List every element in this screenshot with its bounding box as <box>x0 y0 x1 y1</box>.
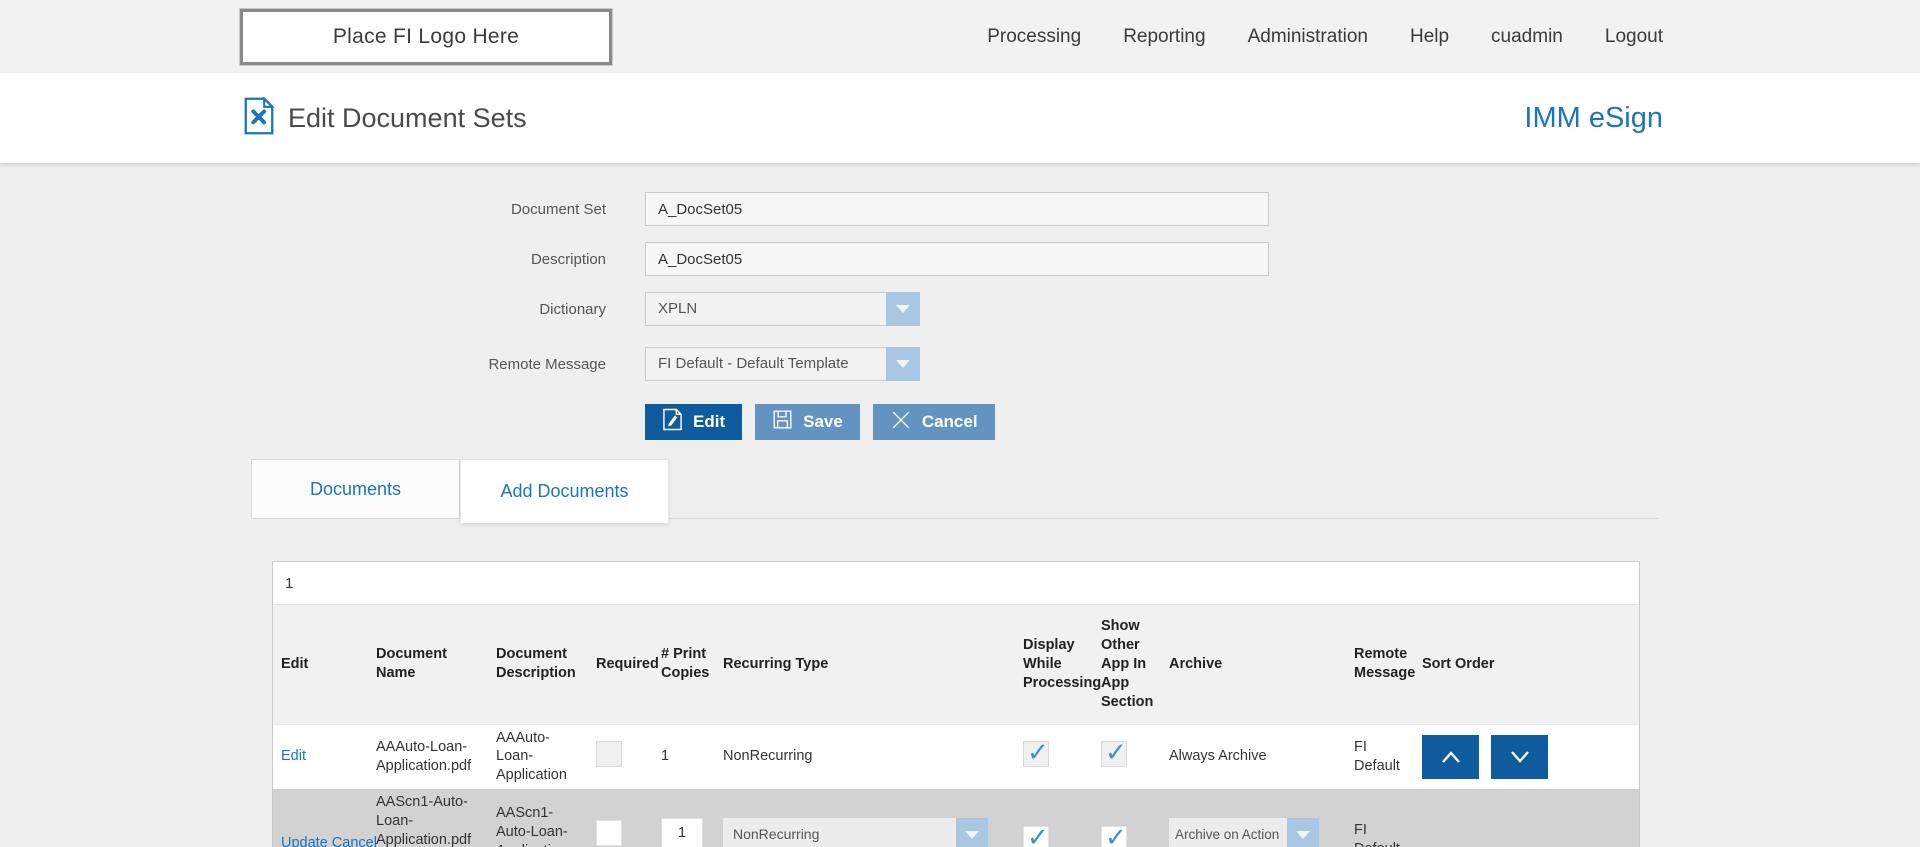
documents-table: Edit Document Name Document Description … <box>273 605 1639 847</box>
form-row-dictionary: Dictionary XPLN <box>0 292 1920 326</box>
row1-remote-message: FI Default <box>1346 724 1414 789</box>
fi-logo-text: Place FI Logo Here <box>333 25 519 49</box>
tab-documents[interactable]: Documents <box>251 459 460 518</box>
nav-item-logout[interactable]: Logout <box>1605 26 1663 48</box>
tab-documents-label: Documents <box>310 479 401 500</box>
page-title: Edit Document Sets <box>288 103 527 134</box>
row2-update-link[interactable]: Update <box>281 835 328 847</box>
main-nav: Processing Reporting Administration Help… <box>987 26 1663 48</box>
dictionary-label: Dictionary <box>0 301 606 318</box>
table-header: Edit Document Name Document Description … <box>273 605 1639 724</box>
remote-message-label: Remote Message <box>0 356 606 373</box>
edit-button[interactable]: Edit <box>645 404 742 440</box>
row2-print-copies-input[interactable] <box>661 818 703 847</box>
chevron-up-icon <box>1439 749 1463 765</box>
top-bar: Place FI Logo Here Processing Reporting … <box>0 0 1920 73</box>
col-document-name: Document Name <box>368 605 488 724</box>
title-group: Edit Document Sets <box>244 97 527 140</box>
remote-message-select[interactable]: FI Default - Default Template <box>645 347 920 381</box>
col-show-other-app: Show Other App In App Section <box>1093 605 1161 724</box>
row1-archive: Always Archive <box>1161 724 1346 789</box>
row1-required-checkbox[interactable] <box>596 741 622 767</box>
row2-archive-select[interactable]: Archive on Action <box>1169 818 1319 847</box>
document-tools-icon <box>244 97 274 140</box>
save-floppy-icon <box>772 409 793 435</box>
tab-add-documents[interactable]: Add Documents <box>460 459 669 523</box>
col-edit: Edit <box>273 605 368 724</box>
row1-show-other-app-checkbox[interactable] <box>1101 741 1127 767</box>
brand-imm-esign: IMM eSign <box>1524 102 1663 135</box>
form-row-description: Description <box>0 242 1920 276</box>
col-display-while-processing: Display While Processing <box>1015 605 1093 724</box>
edit-pencil-icon <box>662 408 683 436</box>
col-print-copies: # Print Copies <box>653 605 715 724</box>
form-row-document-set: Document Set <box>0 192 1920 226</box>
chevron-down-icon <box>896 305 910 313</box>
nav-item-help[interactable]: Help <box>1410 26 1449 48</box>
col-archive: Archive <box>1161 605 1346 724</box>
table-pager: 1 <box>273 562 1639 605</box>
row1-document-description: AAAuto-Loan-Application <box>488 724 588 789</box>
row2-sort-order <box>1414 789 1639 847</box>
nav-item-processing[interactable]: Processing <box>987 26 1081 48</box>
tab-add-documents-label: Add Documents <box>500 481 628 502</box>
row2-recurring-type-value: NonRecurring <box>723 818 956 847</box>
row2-display-while-processing-checkbox[interactable] <box>1023 826 1049 847</box>
tab-strip: Documents Add Documents <box>251 459 1658 519</box>
description-input[interactable] <box>645 242 1269 276</box>
table-row: Edit AAAuto-Loan-Application.pdf AAAuto-… <box>273 724 1639 789</box>
row1-print-copies: 1 <box>653 724 715 789</box>
row2-show-other-app-checkbox[interactable] <box>1101 826 1127 847</box>
description-label: Description <box>0 251 606 268</box>
cancel-x-icon <box>890 409 912 436</box>
row1-recurring-type: NonRecurring <box>715 724 1015 789</box>
fi-logo-placeholder: Place FI Logo Here <box>240 9 612 65</box>
dictionary-dropdown-button[interactable] <box>886 292 920 326</box>
row2-archive-dropdown-button[interactable] <box>1287 818 1319 847</box>
nav-item-cuadmin[interactable]: cuadmin <box>1491 26 1563 48</box>
row2-archive-value: Archive on Action <box>1169 818 1287 847</box>
chevron-down-icon <box>965 831 979 839</box>
row1-sort-up-button[interactable] <box>1422 735 1479 779</box>
documents-table-panel: 1 Edit Document Name Document Descriptio… <box>272 561 1640 847</box>
cancel-button-label: Cancel <box>922 412 978 432</box>
remote-message-selected-value: FI Default - Default Template <box>645 347 886 381</box>
row2-document-name: AAScn1-Auto-Loan-Application.pdf <box>368 789 488 847</box>
save-button[interactable]: Save <box>755 404 860 440</box>
row2-required-checkbox[interactable] <box>596 820 622 846</box>
nav-item-administration[interactable]: Administration <box>1248 26 1368 48</box>
col-document-description: Document Description <box>488 605 588 724</box>
row2-recurring-type-select[interactable]: NonRecurring <box>723 818 988 847</box>
dictionary-select[interactable]: XPLN <box>645 292 920 326</box>
col-sort-order: Sort Order <box>1414 605 1639 724</box>
col-required: Required <box>588 605 653 724</box>
form-buttons: Edit Save Cancel <box>645 404 1920 440</box>
row2-cancel-link[interactable]: Cancel <box>332 835 377 847</box>
document-set-label: Document Set <box>0 201 606 218</box>
main-content: Document Set Description Dictionary XPLN… <box>0 163 1920 847</box>
row1-document-name: AAAuto-Loan-Application.pdf <box>368 724 488 789</box>
cancel-button[interactable]: Cancel <box>873 404 995 440</box>
row2-recurring-dropdown-button[interactable] <box>956 818 988 847</box>
chevron-down-icon <box>1508 749 1532 765</box>
table-row-editing: Update Cancel AAScn1-Auto-Loan-Applicati… <box>273 789 1639 847</box>
document-set-input[interactable] <box>645 192 1269 226</box>
save-button-label: Save <box>803 412 843 432</box>
edit-button-label: Edit <box>693 412 725 432</box>
row1-display-while-processing-checkbox[interactable] <box>1023 741 1049 767</box>
dictionary-selected-value: XPLN <box>645 292 886 326</box>
row2-document-description: AAScn1-Auto-Loan-Application <box>488 789 588 847</box>
title-bar: Edit Document Sets IMM eSign <box>0 73 1920 163</box>
nav-item-reporting[interactable]: Reporting <box>1123 26 1205 48</box>
pager-page-1[interactable]: 1 <box>285 575 293 592</box>
row1-sort-down-button[interactable] <box>1491 735 1548 779</box>
form-row-remote-message: Remote Message FI Default - Default Temp… <box>0 347 1920 381</box>
remote-message-dropdown-button[interactable] <box>886 347 920 381</box>
row1-edit-link[interactable]: Edit <box>281 748 306 764</box>
row2-remote-message: FI Default <box>1346 789 1414 847</box>
chevron-down-icon <box>1296 831 1310 839</box>
col-remote-message: Remote Message <box>1346 605 1414 724</box>
chevron-down-icon <box>896 360 910 368</box>
col-recurring-type: Recurring Type <box>715 605 1015 724</box>
